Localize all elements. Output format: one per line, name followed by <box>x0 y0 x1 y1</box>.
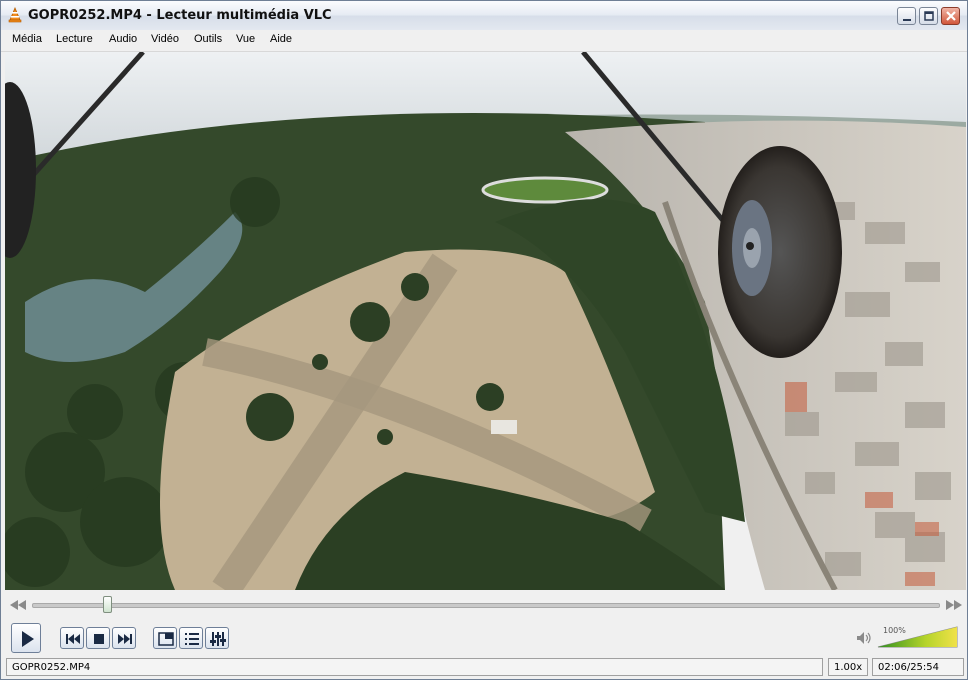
volume-slider[interactable] <box>877 625 959 649</box>
maximize-icon <box>924 11 934 21</box>
next-button[interactable] <box>112 627 136 649</box>
menu-lecture[interactable]: Lecture <box>56 33 93 45</box>
equalizer-icon <box>210 632 226 646</box>
speaker-icon[interactable] <box>856 631 872 645</box>
title-bar[interactable]: GOPR0252.MP4 - Lecteur multimédia VLC <box>1 1 967 31</box>
menu-media[interactable]: Média <box>12 33 42 45</box>
stop-button[interactable] <box>86 627 110 649</box>
status-filename: GOPR0252.MP4 <box>6 658 823 676</box>
window-title: GOPR0252.MP4 - Lecteur multimédia VLC <box>28 8 332 23</box>
playlist-button[interactable] <box>179 627 203 649</box>
close-icon <box>946 11 956 21</box>
seek-forward-icon[interactable] <box>945 600 963 610</box>
play-button[interactable] <box>11 623 41 653</box>
seek-bar[interactable] <box>32 603 940 608</box>
menu-video[interactable]: Vidéo <box>151 33 179 45</box>
status-bar: GOPR0252.MP4 1.00x 02:06/25:54 <box>1 657 967 679</box>
menu-vue[interactable]: Vue <box>236 33 255 45</box>
control-panel: 100% <box>1 591 967 657</box>
menu-outils[interactable]: Outils <box>194 33 222 45</box>
menu-audio[interactable]: Audio <box>109 33 137 45</box>
extended-settings-button[interactable] <box>205 627 229 649</box>
vlc-window: GOPR0252.MP4 - Lecteur multimédia VLC Mé… <box>0 0 968 680</box>
next-icon <box>118 634 132 644</box>
close-button[interactable] <box>941 7 960 25</box>
minimize-icon <box>903 19 911 21</box>
maximize-button[interactable] <box>919 7 938 25</box>
time-display[interactable]: 02:06/25:54 <box>872 658 964 676</box>
play-icon <box>22 631 34 647</box>
minimize-button[interactable] <box>897 7 916 25</box>
video-area[interactable] <box>5 52 966 590</box>
playback-speed[interactable]: 1.00x <box>828 658 868 676</box>
fullscreen-button[interactable] <box>153 627 177 649</box>
previous-icon <box>66 634 80 644</box>
menu-bar: Média Lecture Audio Vidéo Outils Vue Aid… <box>1 30 967 52</box>
seek-back-icon[interactable] <box>9 600 27 610</box>
fullscreen-icon <box>158 632 174 646</box>
vlc-cone-icon <box>8 7 22 23</box>
menu-aide[interactable]: Aide <box>270 33 292 45</box>
playlist-icon <box>185 633 199 645</box>
previous-button[interactable] <box>60 627 84 649</box>
seek-handle[interactable] <box>102 596 112 613</box>
video-frame <box>5 52 966 590</box>
stop-icon <box>94 634 104 644</box>
